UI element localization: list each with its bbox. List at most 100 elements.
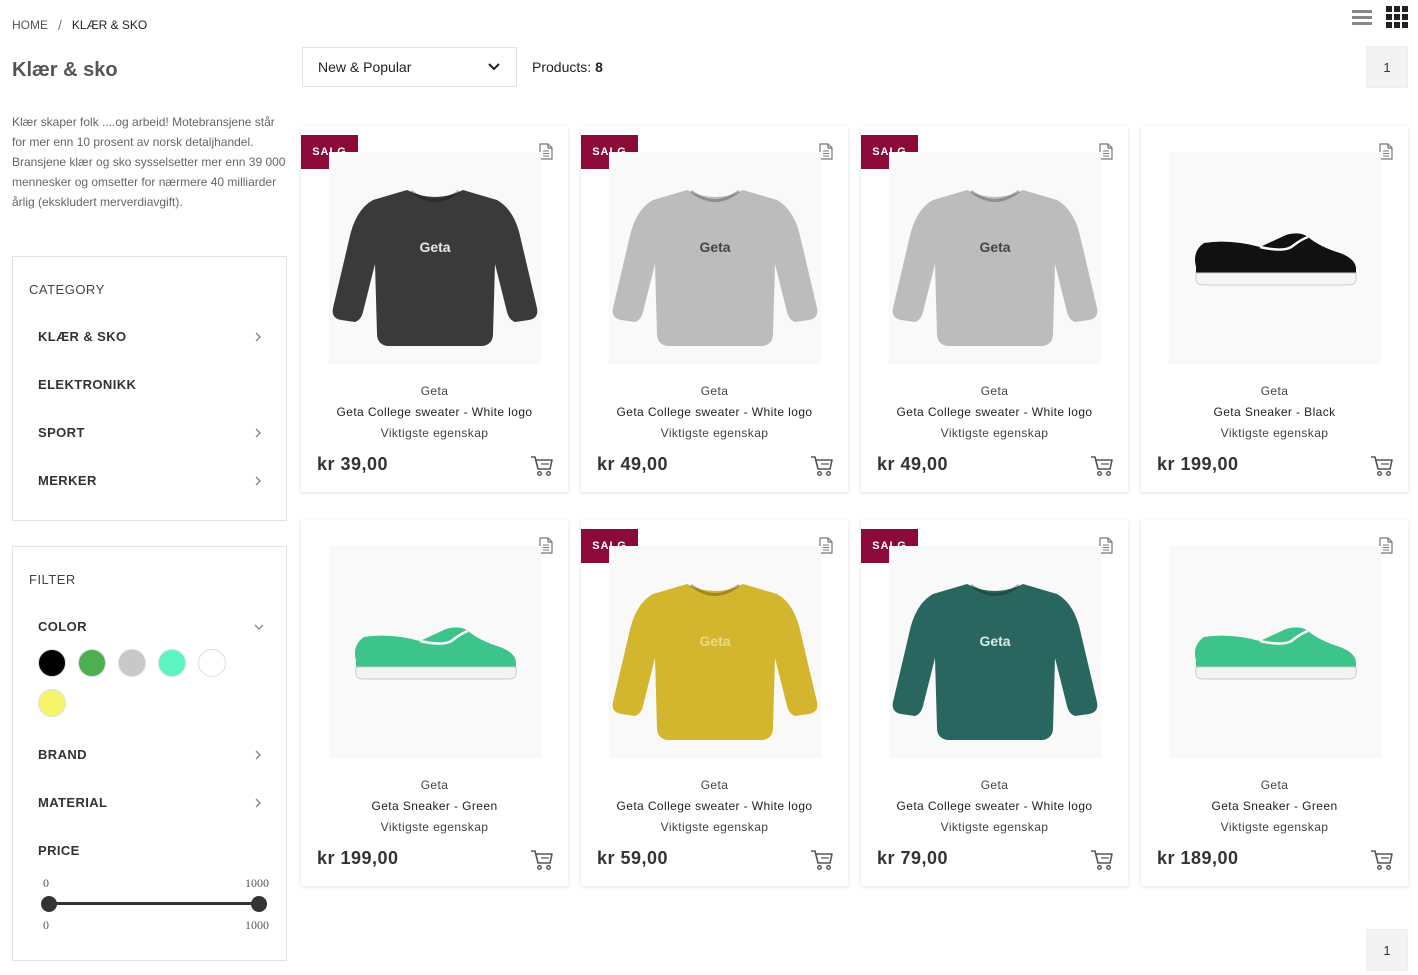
- product-name[interactable]: Geta College sweater - White logo: [861, 799, 1128, 813]
- list-view-icon[interactable]: [1352, 8, 1372, 26]
- product-image[interactable]: Geta: [609, 152, 821, 364]
- product-card[interactable]: SALG Geta Geta Geta College sweater - Wh…: [581, 520, 848, 886]
- document-icon[interactable]: [1099, 537, 1113, 559]
- product-card[interactable]: Geta Geta Sneaker - Green Viktigste egen…: [301, 520, 568, 886]
- product-image[interactable]: [1169, 152, 1381, 364]
- view-toggles: [1352, 6, 1408, 28]
- product-price: kr 39,00: [317, 454, 389, 474]
- cart-icon[interactable]: [530, 455, 554, 482]
- filter-color-toggle[interactable]: COLOR: [38, 619, 264, 634]
- product-price: kr 59,00: [597, 848, 669, 868]
- chevron-down-icon: [254, 622, 264, 632]
- product-image[interactable]: Geta: [609, 546, 821, 758]
- product-image[interactable]: Geta: [889, 152, 1101, 364]
- product-feature: Viktigste egenskap: [660, 426, 769, 440]
- sweater-image: Geta: [612, 189, 818, 346]
- product-card[interactable]: SALG Geta Geta Geta College sweater - Wh…: [861, 126, 1128, 492]
- breadcrumb: HOME / KLÆR & SKO: [12, 17, 147, 33]
- category-item-label: ELEKTRONIKK: [38, 377, 137, 392]
- product-feature: Viktigste egenskap: [380, 426, 489, 440]
- color-swatch-yellow[interactable]: [38, 689, 66, 717]
- sweater-image: Geta: [612, 583, 818, 740]
- cart-icon[interactable]: [810, 849, 834, 876]
- document-icon[interactable]: [819, 537, 833, 559]
- filter-color-label: COLOR: [38, 619, 87, 634]
- sweater-image: Geta: [332, 189, 538, 346]
- pagination-page-bottom[interactable]: 1: [1366, 929, 1408, 971]
- breadcrumb-home-link[interactable]: HOME: [12, 18, 48, 32]
- chevron-right-icon: [254, 750, 264, 760]
- product-card[interactable]: Geta Geta Sneaker - Green Viktigste egen…: [1141, 520, 1408, 886]
- color-swatch-mint[interactable]: [158, 649, 186, 677]
- breadcrumb-current: KLÆR & SKO: [71, 18, 148, 32]
- product-image[interactable]: [1169, 546, 1381, 758]
- product-card[interactable]: Geta Geta Sneaker - Black Viktigste egen…: [1141, 126, 1408, 492]
- cart-icon[interactable]: [1090, 849, 1114, 876]
- geta-logo-print: Geta: [979, 239, 1010, 255]
- product-name[interactable]: Geta Sneaker - Black: [1141, 405, 1408, 419]
- price-range-scale: 0 1000: [43, 876, 269, 891]
- product-card[interactable]: SALG Geta Geta Geta College sweater - Wh…: [861, 520, 1128, 886]
- filter-brand-toggle[interactable]: BRAND: [38, 747, 264, 762]
- product-image[interactable]: Geta: [329, 152, 541, 364]
- product-brand: Geta: [420, 778, 449, 792]
- pagination-page-top[interactable]: 1: [1366, 46, 1408, 88]
- document-icon[interactable]: [1099, 143, 1113, 165]
- document-icon[interactable]: [1379, 537, 1393, 559]
- product-price: kr 79,00: [877, 848, 949, 868]
- cart-icon[interactable]: [1370, 455, 1394, 482]
- sort-selected-value: New & Popular: [318, 59, 412, 75]
- color-swatch-green[interactable]: [78, 649, 106, 677]
- document-icon[interactable]: [1379, 143, 1393, 165]
- price-slider-track: [47, 902, 261, 905]
- product-name[interactable]: Geta College sweater - White logo: [581, 405, 848, 419]
- product-count-value: 8: [595, 59, 603, 75]
- category-item-sport[interactable]: SPORT: [38, 425, 264, 440]
- product-card[interactable]: SALG Geta Geta Geta College sweater - Wh…: [581, 126, 848, 492]
- geta-logo-print: Geta: [699, 239, 730, 255]
- chevron-right-icon: [254, 428, 264, 438]
- product-brand: Geta: [980, 778, 1009, 792]
- product-name[interactable]: Geta Sneaker - Green: [1141, 799, 1408, 813]
- page-title: Klær & sko: [12, 59, 118, 81]
- product-brand: Geta: [1260, 778, 1289, 792]
- product-price: kr 49,00: [877, 454, 949, 474]
- product-name[interactable]: Geta Sneaker - Green: [301, 799, 568, 813]
- cart-icon[interactable]: [530, 849, 554, 876]
- product-image[interactable]: Geta: [889, 546, 1101, 758]
- filter-material-toggle[interactable]: MATERIAL: [38, 795, 264, 810]
- cart-icon[interactable]: [1370, 849, 1394, 876]
- category-item-elektronikk[interactable]: ELEKTRONIKK: [38, 377, 264, 392]
- price-slider-max-handle[interactable]: [251, 896, 267, 912]
- category-item-merker[interactable]: MERKER: [38, 473, 264, 488]
- geta-logo-print: Geta: [979, 633, 1010, 649]
- product-card[interactable]: SALG Geta Geta Geta College sweater - Wh…: [301, 126, 568, 492]
- product-feature: Viktigste egenskap: [1220, 820, 1329, 834]
- chevron-right-icon: [254, 476, 264, 486]
- filter-price-label: PRICE: [38, 843, 80, 858]
- grid-view-icon[interactable]: [1386, 6, 1408, 28]
- color-swatch-white[interactable]: [198, 649, 226, 677]
- document-icon[interactable]: [539, 143, 553, 165]
- category-item-klaer-sko[interactable]: KLÆR & SKO: [38, 329, 264, 344]
- product-name[interactable]: Geta College sweater - White logo: [301, 405, 568, 419]
- document-icon[interactable]: [819, 143, 833, 165]
- category-item-label: SPORT: [38, 425, 85, 440]
- sort-dropdown[interactable]: New & Popular: [302, 47, 517, 87]
- document-icon[interactable]: [539, 537, 553, 559]
- category-item-label: MERKER: [38, 473, 97, 488]
- product-image[interactable]: [329, 546, 541, 758]
- filter-title: FILTER: [29, 572, 76, 587]
- color-swatch-grey[interactable]: [118, 649, 146, 677]
- price-selected-max: 1000: [245, 918, 269, 932]
- filter-price-header: PRICE: [38, 843, 264, 858]
- price-range-selected: 0 1000: [43, 918, 269, 933]
- product-brand: Geta: [700, 778, 729, 792]
- filter-brand-label: BRAND: [38, 747, 87, 762]
- product-name[interactable]: Geta College sweater - White logo: [861, 405, 1128, 419]
- color-swatch-black[interactable]: [38, 649, 66, 677]
- price-slider-min-handle[interactable]: [41, 896, 57, 912]
- product-name[interactable]: Geta College sweater - White logo: [581, 799, 848, 813]
- cart-icon[interactable]: [810, 455, 834, 482]
- cart-icon[interactable]: [1090, 455, 1114, 482]
